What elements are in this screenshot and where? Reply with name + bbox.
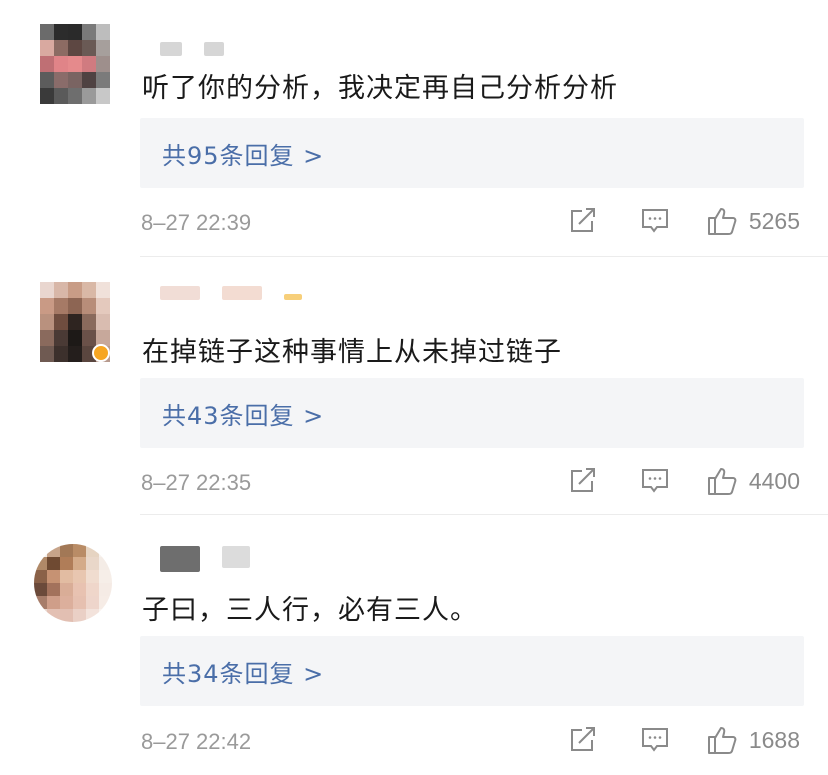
like-count: 1688 — [748, 726, 800, 753]
share-icon — [570, 208, 595, 232]
comment-item: 子曰，三人行，必有三人。 共34条回复 > 8–27 22:42 1688 — [0, 516, 828, 775]
comment-text: 在掉链子这种事情上从未掉过链子 — [142, 337, 562, 368]
reply-count-label: 共95条回复 > — [162, 141, 325, 170]
divider — [140, 256, 828, 257]
view-replies-button[interactable]: 共34条回复 > — [140, 636, 804, 706]
avatar[interactable] — [34, 544, 112, 622]
like-count: 5265 — [748, 207, 800, 234]
avatar[interactable] — [40, 24, 110, 104]
nickname-redacted[interactable] — [160, 286, 302, 300]
comment-text: 子曰，三人行，必有三人。 — [142, 595, 478, 626]
comment-timestamp: 8–27 22:35 — [141, 470, 252, 495]
share-icon — [570, 727, 595, 751]
share-button[interactable] — [569, 208, 597, 234]
thumbs-up-icon — [707, 208, 737, 235]
reply-count-label: 共34条回复 > — [162, 659, 325, 688]
comment-icon — [641, 469, 668, 493]
share-button[interactable] — [569, 727, 597, 753]
comment-button[interactable] — [641, 468, 669, 494]
share-button[interactable] — [569, 468, 597, 494]
thumbs-up-icon — [707, 727, 737, 754]
like-button[interactable]: 5265 — [707, 206, 800, 236]
view-replies-button[interactable]: 共95条回复 > — [140, 118, 804, 188]
comment-icon — [641, 209, 668, 233]
share-icon — [570, 468, 595, 492]
view-replies-button[interactable]: 共43条回复 > — [140, 378, 804, 448]
comment-timestamp: 8–27 22:42 — [141, 729, 252, 754]
nickname-redacted[interactable] — [160, 42, 224, 56]
comment-item: 听了你的分析，我决定再自己分析分析 共95条回复 > 8–27 22:39 52… — [0, 0, 828, 258]
comment-timestamp: 8–27 22:39 — [141, 210, 252, 235]
comment-button[interactable] — [641, 727, 669, 753]
reply-count-label: 共43条回复 > — [162, 401, 325, 430]
like-button[interactable]: 4400 — [707, 466, 800, 496]
comment-item: 在掉链子这种事情上从未掉过链子 共43条回复 > 8–27 22:35 4400 — [0, 258, 828, 516]
nickname-redacted[interactable] — [160, 546, 250, 572]
thumbs-up-icon — [707, 468, 737, 495]
comment-text: 听了你的分析，我决定再自己分析分析 — [142, 73, 618, 104]
like-count: 4400 — [748, 467, 800, 494]
divider — [140, 514, 828, 515]
comment-button[interactable] — [641, 208, 669, 234]
like-button[interactable]: 1688 — [707, 725, 800, 755]
verified-badge-icon — [92, 344, 110, 362]
comment-icon — [641, 728, 668, 752]
